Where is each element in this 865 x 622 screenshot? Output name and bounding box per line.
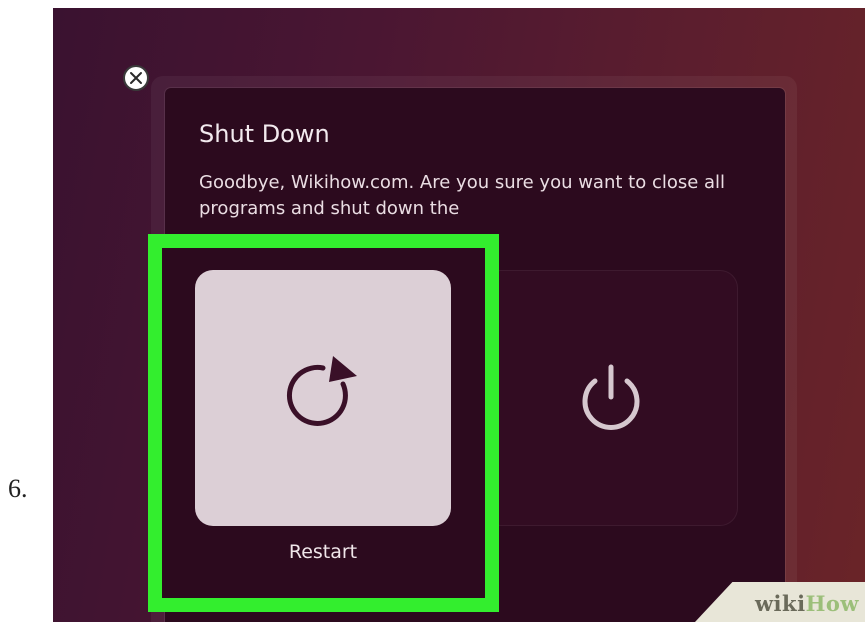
restart-button[interactable] [195,270,451,526]
dialog-title: Shut Down [199,120,330,148]
power-off-button[interactable] [483,270,738,526]
screenshot-frame: Shut Down Goodbye, Wikihow.com. Are you … [53,8,865,622]
watermark-logo: wikiHow [755,591,859,616]
restart-label: Restart [288,541,358,563]
watermark-wiki: wiki [754,591,806,616]
step-number: 6. [8,474,28,503]
close-button[interactable] [123,65,149,91]
restart-icon [286,356,357,426]
power-icon [582,364,640,430]
close-icon [130,72,142,84]
dialog-message: Goodbye, Wikihow.com. Are you sure you w… [199,172,726,219]
watermark-how: How [805,591,859,616]
